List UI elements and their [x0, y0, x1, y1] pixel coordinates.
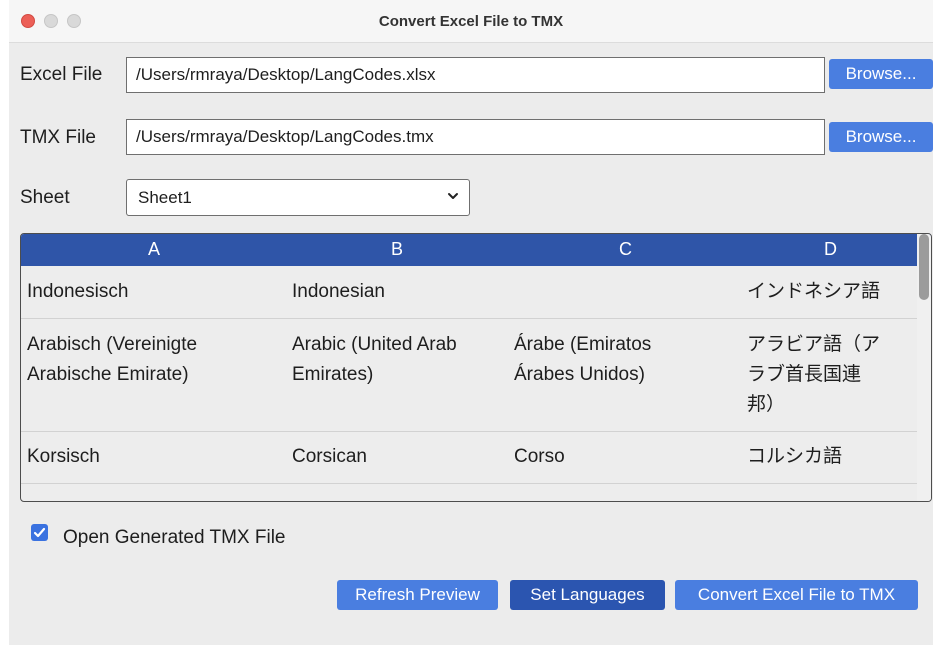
preview-table: A B C D Indonesisch Indonesian インドネシア語 A…: [20, 233, 932, 502]
table-scrollbar[interactable]: [917, 234, 931, 501]
table-cell: Korsisch: [27, 446, 100, 467]
sheet-label: Sheet: [20, 187, 70, 208]
column-header-a[interactable]: A: [148, 239, 160, 260]
table-cell: アラビア語（ア ラブ首長国連 邦）: [747, 334, 881, 415]
excel-file-label: Excel File: [20, 64, 103, 85]
excel-browse-button[interactable]: Browse...: [829, 59, 933, 89]
tmx-browse-button[interactable]: Browse...: [829, 122, 933, 152]
scrollbar-thumb[interactable]: [919, 234, 929, 300]
open-generated-checkbox[interactable]: [31, 524, 48, 541]
table-cell: Corso: [514, 446, 565, 467]
table-cell: Corsican: [292, 446, 367, 467]
table-header: A B C D: [21, 234, 931, 266]
set-languages-button[interactable]: Set Languages: [510, 580, 665, 610]
checkmark-icon: [33, 527, 46, 538]
tmx-file-label: TMX File: [20, 127, 96, 148]
table-row[interactable]: Korsisch Corsican Corso コルシカ語: [21, 432, 917, 484]
table-cell: コルシカ語: [747, 446, 843, 467]
column-header-d[interactable]: D: [824, 239, 837, 260]
excel-file-input[interactable]: /Users/rmraya/Desktop/LangCodes.xlsx: [126, 57, 825, 93]
sheet-select[interactable]: Sheet1: [126, 179, 470, 216]
table-row[interactable]: Arabisch (Vereinigte Arabische Emirate) …: [21, 319, 917, 432]
chevron-down-icon: [448, 193, 458, 199]
table-cell: Árabe (Emiratos Árabes Unidos): [514, 334, 652, 385]
table-cell: Arabic (United Arab Emirates): [292, 334, 457, 385]
window: Convert Excel File to TMX Excel File /Us…: [9, 0, 933, 645]
table-row[interactable]: Indonesisch Indonesian インドネシア語: [21, 266, 917, 319]
window-title: Convert Excel File to TMX: [378, 13, 564, 30]
refresh-preview-button[interactable]: Refresh Preview: [337, 580, 498, 610]
table-cell: Indonesian: [292, 281, 385, 302]
open-generated-label[interactable]: Open Generated TMX File: [63, 527, 285, 549]
column-header-c[interactable]: C: [619, 239, 632, 260]
table-cell: インドネシア語: [747, 281, 881, 302]
tmx-file-input[interactable]: /Users/rmraya/Desktop/LangCodes.tmx: [126, 119, 825, 155]
table-cell: Indonesisch: [27, 281, 129, 302]
titlebar: Convert Excel File to TMX: [9, 0, 933, 43]
column-header-b[interactable]: B: [391, 239, 403, 260]
convert-button[interactable]: Convert Excel File to TMX: [675, 580, 918, 610]
sheet-select-value: Sheet1: [138, 188, 192, 207]
table-cell: Arabisch (Vereinigte Arabische Emirate): [27, 334, 198, 385]
